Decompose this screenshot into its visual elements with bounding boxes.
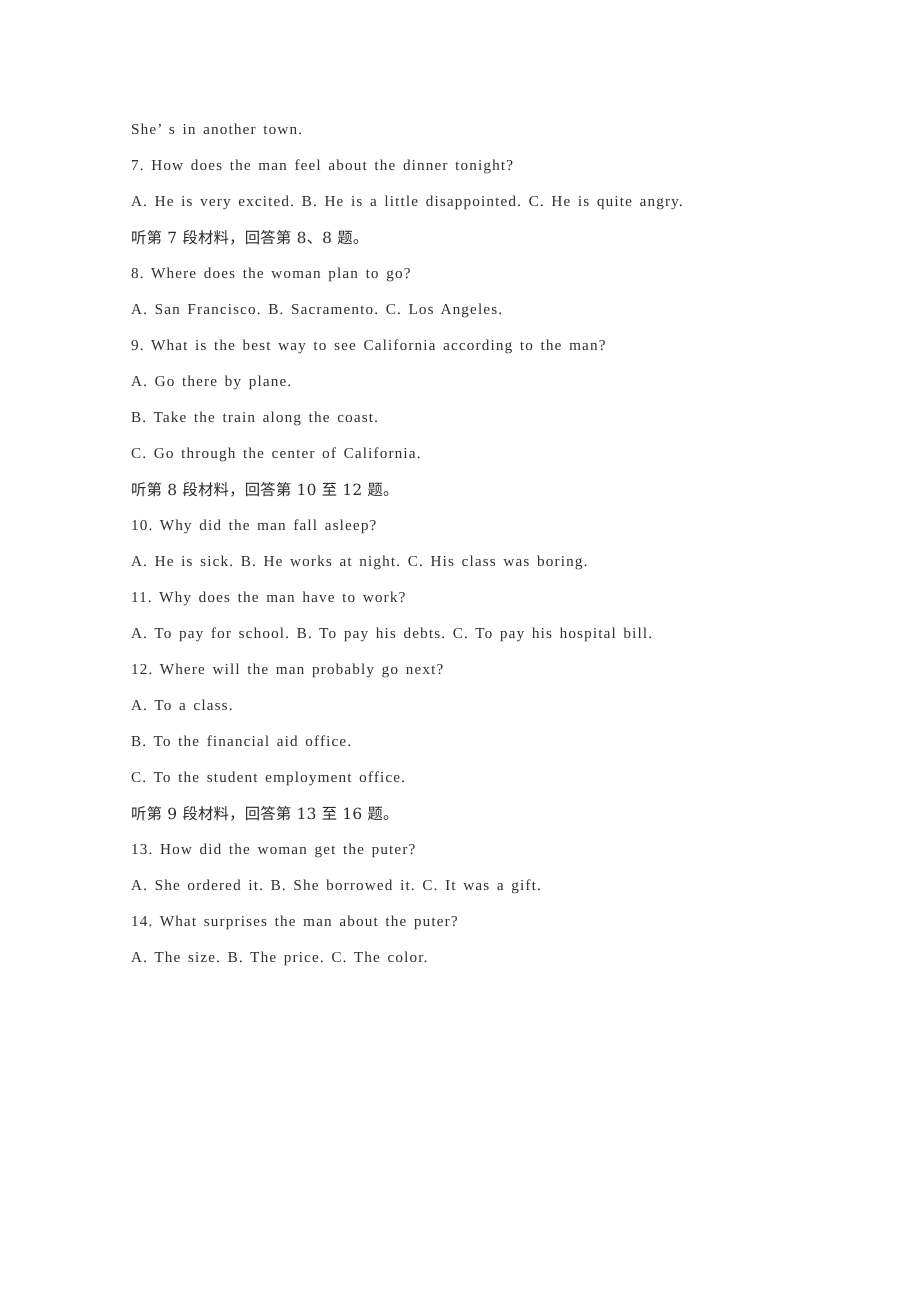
carryover-text-line: She’ s in another town.	[131, 121, 304, 138]
option-12-a: A. To a class.	[131, 697, 234, 714]
options-row-11: A. To pay for school. B. To pay his debt…	[131, 625, 654, 642]
option-12-c: C. To the student employment office.	[131, 769, 407, 786]
option-9-a: A. Go there by plane.	[131, 373, 293, 390]
document-body: She’ s in another town. 7. How does the …	[131, 112, 791, 976]
question-stem-14: 14. What surprises the man about the put…	[131, 913, 459, 930]
question-stem-12: 12. Where will the man probably go next?	[131, 661, 445, 678]
question-stem-8: 8. Where does the woman plan to go?	[131, 265, 412, 282]
section-instruction-9: 听第 9 段材料，回答第 13 至 16 题。	[131, 805, 399, 823]
option-12-b: B. To the financial aid office.	[131, 733, 353, 750]
question-stem-11: 11. Why does the man have to work?	[131, 589, 407, 606]
question-stem-13: 13. How did the woman get the puter?	[131, 841, 417, 858]
options-row-8: A. San Francisco. B. Sacramento. C. Los …	[131, 301, 504, 318]
section-instruction-7: 听第 7 段材料，回答第 8、8 题。	[131, 229, 369, 247]
options-row-14: A. The size. B. The price. C. The color.	[131, 949, 429, 966]
question-stem-7: 7. How does the man feel about the dinne…	[131, 157, 515, 174]
option-9-b: B. Take the train along the coast.	[131, 409, 380, 426]
question-stem-10: 10. Why did the man fall asleep?	[131, 517, 378, 534]
options-row-10: A. He is sick. B. He works at night. C. …	[131, 553, 589, 570]
options-row-13: A. She ordered it. B. She borrowed it. C…	[131, 877, 542, 894]
question-stem-9: 9. What is the best way to see Californi…	[131, 337, 607, 354]
document-page: She’ s in another town. 7. How does the …	[0, 0, 920, 1302]
option-9-c: C. Go through the center of California.	[131, 445, 422, 462]
options-row-7: A. He is very excited. B. He is a little…	[131, 193, 684, 210]
section-instruction-8: 听第 8 段材料，回答第 10 至 12 题。	[131, 481, 399, 499]
